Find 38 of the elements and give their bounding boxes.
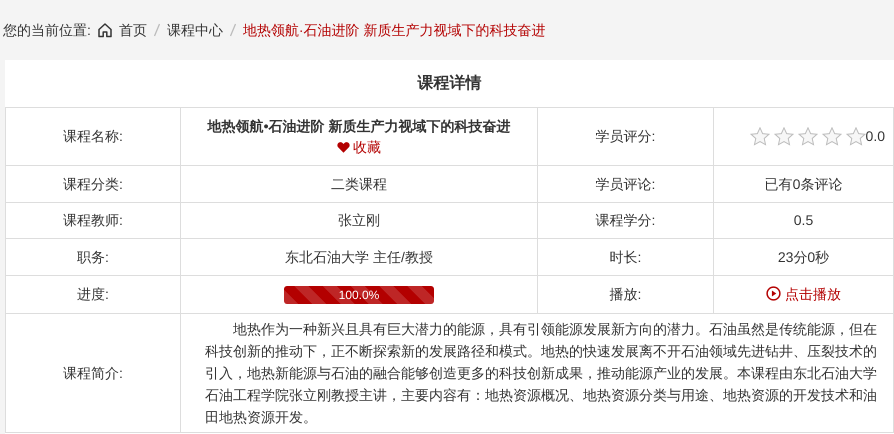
rating-value: 0.0 bbox=[866, 127, 885, 146]
field-label: 课程教师: bbox=[6, 202, 180, 239]
field-label: 时长: bbox=[538, 238, 714, 276]
field-label: 学员评论: bbox=[538, 166, 714, 203]
location-label: 您的当前位置: bbox=[3, 20, 91, 40]
field-value: 二类课程 bbox=[180, 166, 538, 203]
field-value: 23分0秒 bbox=[714, 238, 894, 276]
field-value: 东北石油大学 主任/教授 bbox=[180, 238, 538, 276]
slash-separator-icon bbox=[228, 23, 237, 37]
field-label: 课程简介: bbox=[6, 314, 180, 433]
field-label: 课程学分: bbox=[538, 202, 714, 239]
star-icon bbox=[750, 127, 770, 146]
heart-icon bbox=[337, 140, 350, 153]
field-label: 播放: bbox=[538, 276, 714, 314]
star-icon bbox=[846, 127, 866, 146]
field-label: 课程名称: bbox=[6, 108, 180, 166]
breadcrumb-link[interactable]: 课程中心 bbox=[166, 20, 223, 40]
course-title: 地热领航•石油进阶 新质生产力视域下的科技奋进 bbox=[206, 116, 512, 136]
play-link[interactable]: 点击播放 bbox=[766, 286, 841, 302]
play-icon bbox=[766, 286, 781, 302]
breadcrumb-link[interactable]: 地热领航·石油进阶 新质生产力视域下的科技奋进 bbox=[242, 20, 546, 40]
field-value: 张立刚 bbox=[180, 202, 538, 239]
section-title: 课程详情 bbox=[416, 73, 482, 94]
field-label: 学员评分: bbox=[538, 108, 714, 166]
slash-separator-icon bbox=[152, 23, 161, 37]
field-value: 0.5 bbox=[714, 202, 894, 239]
favorite-link[interactable]: 收藏 bbox=[337, 138, 381, 155]
field-label: 进度: bbox=[6, 276, 180, 314]
field-value: 已有0条评论 bbox=[714, 166, 894, 203]
field-label: 职务: bbox=[6, 238, 180, 276]
course-description: 地热作为一种新兴且具有巨大潜力的能源，具有引领能源发展新方向的潜力。石油虽然是传统能源，但在科技创新的推动下，正不断探索新的发展路径和模式。地热的快速发展离不开石油领域先进钻井、压裂技术的引入，地热新能源与石油的融合能够创造更多的科技创新成果，推动能源产业的发展。本课程由东北石油大学石油工程学院张立刚教授主讲，主要内容有：地热资源概况、地热资源分类与用途、地热资源的开发技术和油田地热资源开发。 bbox=[180, 314, 894, 433]
star-icon bbox=[798, 127, 818, 146]
star-icon bbox=[822, 127, 842, 146]
field-label: 课程分类: bbox=[6, 166, 180, 203]
home-icon bbox=[96, 22, 113, 38]
progress-fill: 100.0% bbox=[284, 286, 434, 304]
star-icon bbox=[774, 127, 794, 146]
breadcrumb-link[interactable]: 首页 bbox=[118, 20, 147, 40]
